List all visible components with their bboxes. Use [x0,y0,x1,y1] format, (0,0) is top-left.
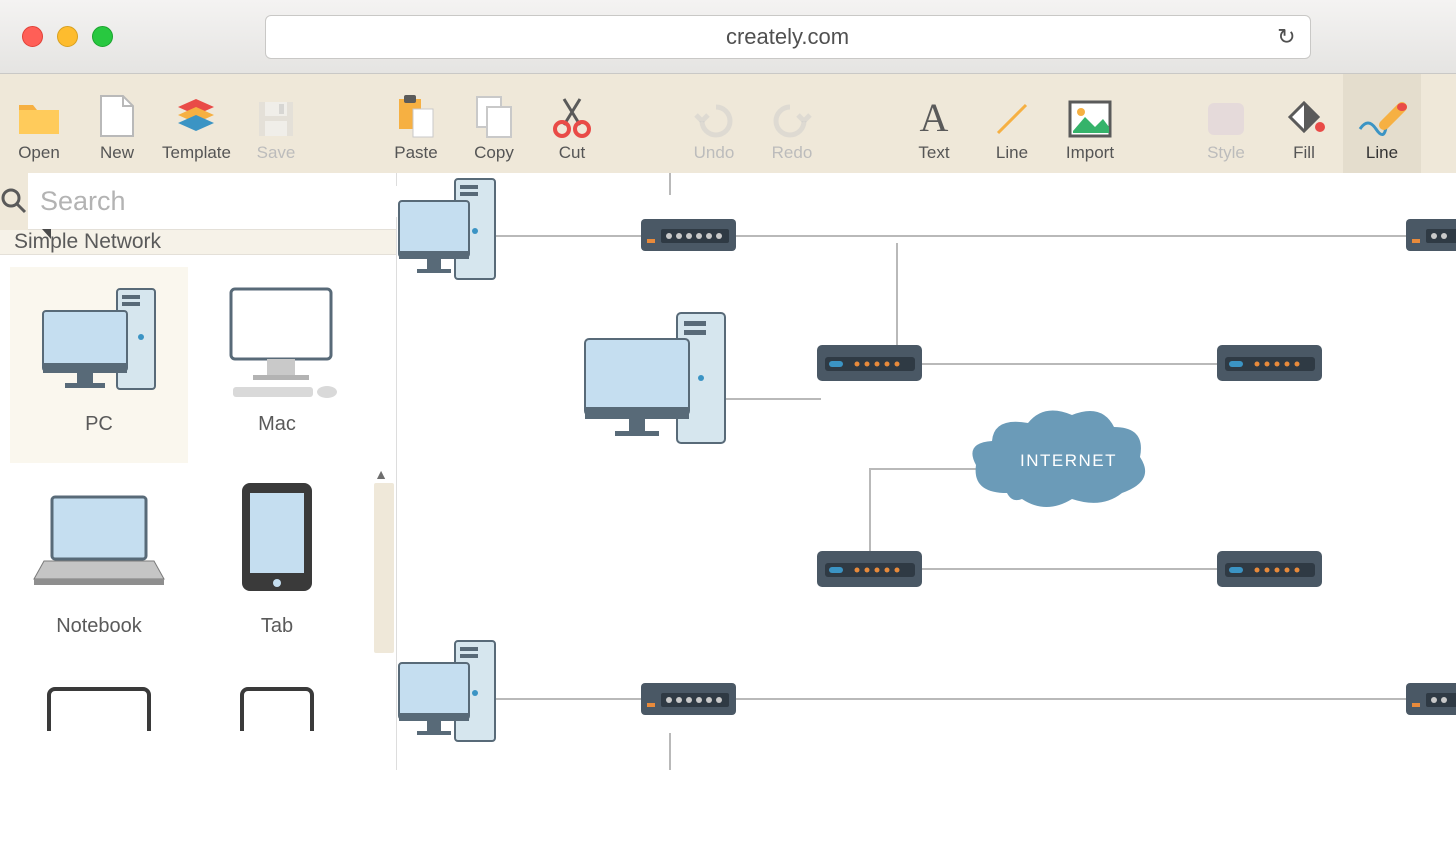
shape-tab[interactable]: Tab [188,469,366,665]
shape-extra-1[interactable] [10,671,188,867]
text-icon: A [914,95,954,139]
node-switch-4[interactable] [1406,683,1456,715]
node-switch-3[interactable] [1406,219,1456,251]
search-icon[interactable] [0,173,28,230]
url-bar[interactable]: creately.com ↻ [265,15,1311,59]
node-cloud-internet[interactable]: INTERNET [962,403,1152,528]
undo-button[interactable]: Undo [675,74,753,173]
undo-icon [692,99,736,139]
minimize-window-icon[interactable] [57,26,78,47]
browser-chrome: creately.com ↻ [0,0,1456,74]
window-controls[interactable] [22,26,113,47]
folder-icon [17,95,61,139]
copy-button[interactable]: Copy [455,74,533,173]
line-tool-button[interactable]: Line [973,74,1051,173]
workspace: Simple Network ▲ PC [0,173,1456,770]
scroll-track[interactable] [374,483,394,653]
node-switch-1[interactable] [641,219,736,251]
node-pc-1[interactable] [397,173,507,303]
diagram-canvas[interactable]: INTERNET [397,173,1456,770]
mac-icon [207,267,347,407]
template-icon [174,95,218,139]
shape-category-label[interactable]: Simple Network [0,230,396,255]
fill-icon [1282,99,1326,139]
notebook-icon [24,469,174,609]
redo-button[interactable]: Redo [753,74,831,173]
cut-icon [550,95,594,139]
paste-icon [395,93,437,139]
line-style-button[interactable]: Line [1343,74,1421,173]
shape-pc[interactable]: PC [10,267,188,463]
search-input[interactable] [28,186,406,217]
shape-notebook[interactable]: Notebook [10,469,188,665]
node-router-3[interactable] [817,551,922,587]
shapes-sidebar: Simple Network ▲ PC [0,173,397,770]
fill-button[interactable]: Fill [1265,74,1343,173]
import-button[interactable]: Import [1051,74,1129,173]
node-router-4[interactable] [1217,551,1322,587]
template-button[interactable]: Template [156,74,237,173]
node-pc-2[interactable] [577,303,737,463]
paste-button[interactable]: Paste [377,74,455,173]
line-icon [992,99,1032,139]
node-pc-3[interactable] [397,635,507,765]
save-button[interactable]: Save [237,74,315,173]
toolbar: Open New Template Save Paste Copy Cut Un… [0,74,1456,173]
shape-extra-2[interactable] [188,671,366,867]
search-row [0,173,396,230]
import-icon [1067,99,1113,139]
shape-grid: PC Mac Notebook [0,255,396,867]
style-icon [1204,99,1248,139]
tablet-icon [222,469,332,609]
node-router-2[interactable] [1217,345,1322,381]
scroll-up-icon[interactable]: ▲ [374,466,388,482]
save-icon [256,99,296,139]
close-window-icon[interactable] [22,26,43,47]
copy-icon [473,93,515,139]
device-icon [222,671,332,731]
new-button[interactable]: New [78,74,156,173]
cut-button[interactable]: Cut [533,74,611,173]
redo-icon [770,99,814,139]
url-text: creately.com [726,24,849,50]
maximize-window-icon[interactable] [92,26,113,47]
reload-icon[interactable]: ↻ [1277,24,1295,50]
line-style-icon [1356,99,1408,139]
svg-text:A: A [920,95,949,139]
new-file-icon [98,93,136,139]
shape-mac[interactable]: Mac [188,267,366,463]
text-button[interactable]: A Text [895,74,973,173]
node-switch-2[interactable] [641,683,736,715]
open-button[interactable]: Open [0,74,78,173]
style-button[interactable]: Style [1187,74,1265,173]
node-router-1[interactable] [817,345,922,381]
device-icon [29,671,169,731]
pc-icon [29,267,169,407]
